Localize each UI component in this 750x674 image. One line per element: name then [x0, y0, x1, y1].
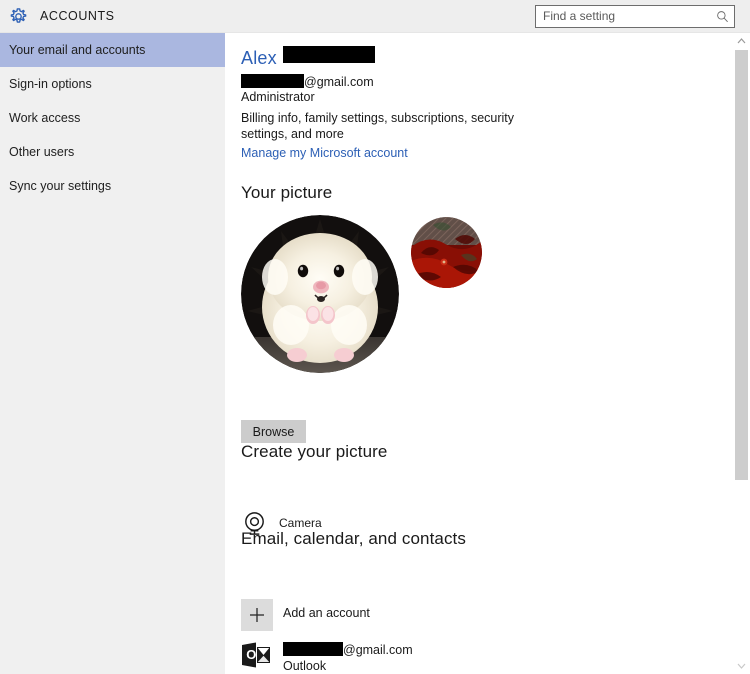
account-email-suffix: @gmail.com [304, 75, 374, 89]
scrollbar[interactable] [733, 33, 750, 674]
plus-icon [241, 599, 273, 631]
sidebar-item-label: Other users [9, 145, 75, 159]
section-title-email-calendar-contacts: Email, calendar, and contacts [241, 529, 466, 548]
app-header: ACCOUNTS [0, 0, 750, 33]
sidebar-item-label: Sync your settings [9, 179, 112, 193]
page-title: ACCOUNTS [40, 9, 115, 23]
avatar-alternate-option[interactable] [411, 217, 482, 288]
manage-microsoft-account-link[interactable]: Manage my Microsoft account [241, 146, 408, 160]
sidebar-item-sync-your-settings[interactable]: Sync your settings [0, 169, 225, 203]
svg-text:O: O [246, 647, 256, 662]
redaction-bar-email [241, 74, 304, 88]
sidebar-item-label: Work access [9, 111, 81, 125]
avatar [241, 215, 399, 373]
chevron-down-icon[interactable] [733, 657, 750, 674]
mail-account-provider: Outlook [283, 659, 327, 673]
add-account-label: Add an account [283, 606, 370, 620]
sidebar-item-label: Sign-in options [9, 77, 92, 91]
sidebar-item-other-users[interactable]: Other users [0, 135, 225, 169]
account-display-name: Alex [241, 46, 375, 69]
sidebar-item-work-access[interactable]: Work access [0, 101, 225, 135]
redaction-bar-name [282, 46, 375, 63]
mail-account-email-suffix: @gmail.com [343, 643, 413, 657]
sidebar-nav: Your email and accounts Sign-in options … [0, 33, 225, 674]
account-email: @gmail.com [241, 74, 374, 89]
mail-account-email: @gmail.com [283, 642, 413, 657]
settings-content-pane: Alex @gmail.com Administrator Billing in… [225, 33, 733, 674]
search-icon[interactable] [716, 10, 729, 23]
search-input[interactable] [543, 6, 708, 27]
search-box[interactable] [535, 5, 735, 28]
gear-icon [9, 7, 28, 26]
section-title-create-your-picture: Create your picture [241, 442, 388, 461]
sidebar-item-your-email-and-accounts[interactable]: Your email and accounts [0, 33, 225, 67]
account-role: Administrator [241, 90, 315, 104]
camera-label: Camera [279, 516, 322, 530]
settings-window: ACCOUNTS Your email and accounts Sign-in… [0, 0, 750, 674]
section-title-your-picture: Your picture [241, 183, 333, 202]
chevron-up-icon[interactable] [733, 33, 750, 50]
sidebar-item-label: Your email and accounts [9, 43, 146, 57]
account-description: Billing info, family settings, subscript… [241, 111, 515, 141]
redaction-bar-mail-email [283, 642, 343, 656]
outlook-icon: O [241, 642, 273, 668]
account-display-name-text: Alex [241, 48, 277, 68]
scrollbar-thumb[interactable] [735, 50, 748, 480]
sidebar-item-sign-in-options[interactable]: Sign-in options [0, 67, 225, 101]
browse-button[interactable]: Browse [241, 420, 306, 443]
